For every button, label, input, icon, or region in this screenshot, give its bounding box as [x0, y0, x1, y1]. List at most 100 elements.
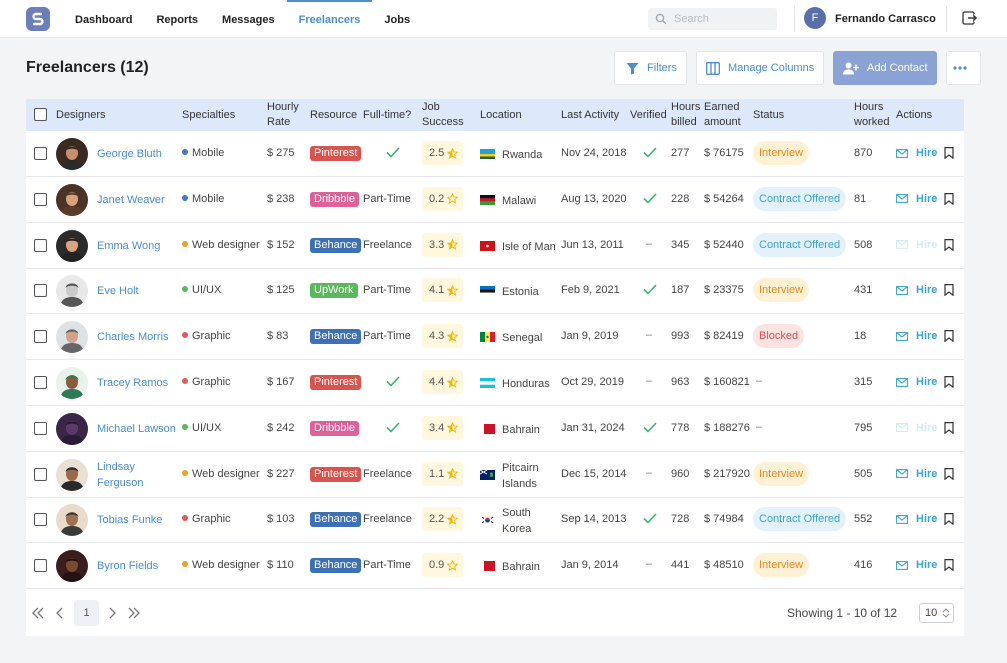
- nav-item-jobs[interactable]: Jobs: [372, 0, 422, 38]
- nav-item-reports[interactable]: Reports: [144, 0, 210, 38]
- more-options-button[interactable]: [946, 51, 981, 85]
- divider: [794, 6, 795, 32]
- search-box[interactable]: [648, 8, 777, 30]
- header-resource[interactable]: Resource: [310, 108, 357, 123]
- bookmark-icon[interactable]: [944, 376, 954, 388]
- hire-button[interactable]: Hire: [896, 559, 937, 571]
- bookmark-icon[interactable]: [944, 147, 954, 159]
- manage-columns-button[interactable]: Manage Columns: [696, 51, 824, 85]
- header-hours-worked-line1: Hours: [854, 101, 884, 113]
- row-checkbox[interactable]: [34, 513, 47, 527]
- row-checkbox[interactable]: [34, 559, 47, 573]
- first-page-icon[interactable]: [31, 606, 45, 620]
- location: Honduras: [502, 376, 550, 392]
- hire-button[interactable]: Hire: [896, 193, 937, 205]
- designer-name[interactable]: Janet Weaver: [97, 192, 165, 208]
- nav-item-messages[interactable]: Messages: [210, 0, 287, 38]
- hire-button[interactable]: Hire: [896, 376, 937, 388]
- hire-button[interactable]: Hire: [896, 513, 937, 525]
- bookmark-icon[interactable]: [944, 330, 954, 343]
- avatar[interactable]: [56, 550, 88, 583]
- designer-name[interactable]: Emma Wong: [97, 238, 160, 254]
- header-status[interactable]: Status: [753, 108, 784, 123]
- avatar[interactable]: [56, 321, 88, 354]
- check-icon: [386, 376, 400, 387]
- header-verified[interactable]: Verified: [630, 108, 667, 123]
- previous-page-icon[interactable]: [53, 606, 67, 620]
- row-checkbox[interactable]: [34, 238, 47, 252]
- bookmark-icon[interactable]: [944, 559, 954, 572]
- avatar[interactable]: [56, 229, 88, 262]
- hours-worked: 315: [854, 376, 873, 388]
- fulltime-check: [386, 147, 400, 161]
- header-earned-amount[interactable]: Earned amount: [704, 100, 741, 130]
- hire-button[interactable]: Hire: [896, 330, 937, 342]
- nav-item-freelancers[interactable]: Freelancers: [286, 0, 373, 38]
- designer-name[interactable]: George Bluth: [97, 146, 162, 162]
- nav-item-dashboard[interactable]: Dashboard: [63, 0, 144, 38]
- specialty-label: UI/UX: [192, 284, 222, 297]
- last-page-icon[interactable]: [127, 606, 141, 620]
- header-hours-billed[interactable]: Hours billed: [671, 100, 700, 130]
- designer-name[interactable]: Charles Morris: [97, 329, 169, 345]
- header-job-success-line1: Job: [422, 101, 440, 113]
- bookmark-icon[interactable]: [944, 238, 954, 251]
- select-all-checkbox[interactable]: [34, 108, 47, 121]
- designer-name-line1: Charles Morris: [97, 331, 169, 344]
- designer-name-line1: Michael Lawson: [97, 422, 176, 435]
- row-checkbox[interactable]: [34, 330, 47, 344]
- avatar[interactable]: [56, 367, 88, 399]
- row-checkbox[interactable]: [34, 147, 47, 160]
- row-checkbox[interactable]: [34, 376, 47, 389]
- avatar[interactable]: [56, 458, 88, 491]
- avatar[interactable]: [56, 275, 88, 308]
- designer-name[interactable]: Byron Fields: [97, 558, 158, 574]
- avatar[interactable]: [56, 138, 88, 170]
- row-checkbox[interactable]: [34, 284, 47, 298]
- spinner-arrows-icon[interactable]: [942, 607, 950, 619]
- header-specialties[interactable]: Specialties: [182, 108, 235, 123]
- logout-icon[interactable]: [961, 10, 977, 26]
- resource-badge: Behance: [310, 512, 362, 528]
- bookmark-icon[interactable]: [944, 467, 954, 480]
- designer-name[interactable]: Tracey Ramos: [97, 375, 168, 391]
- header-hourly-rate[interactable]: Hourly Rate: [267, 100, 299, 130]
- search-input[interactable]: [674, 8, 772, 30]
- row-checkbox[interactable]: [34, 192, 47, 206]
- bookmark-icon[interactable]: [944, 192, 954, 205]
- designer-name[interactable]: Tobias Funke: [97, 512, 162, 528]
- hire-button[interactable]: Hire: [896, 422, 937, 434]
- hire-button[interactable]: Hire: [896, 239, 937, 251]
- header-designers[interactable]: Designers: [56, 108, 106, 123]
- designer-name[interactable]: Eve Holt: [97, 283, 139, 299]
- specialty: Web designer: [182, 559, 260, 571]
- bookmark-icon[interactable]: [944, 284, 954, 297]
- bookmark-icon[interactable]: [944, 513, 954, 526]
- header-hours-worked[interactable]: Hours worked: [854, 100, 889, 130]
- hire-button[interactable]: Hire: [896, 284, 937, 296]
- avatar[interactable]: [56, 412, 88, 445]
- fulltime-value: Freelance: [363, 238, 412, 251]
- row-checkbox[interactable]: [34, 467, 47, 481]
- app-logo[interactable]: [26, 7, 50, 31]
- filters-button[interactable]: Filters: [614, 51, 687, 85]
- header-location[interactable]: Location: [480, 108, 522, 123]
- bookmark-icon[interactable]: [944, 421, 954, 434]
- header-job-success[interactable]: Job Success: [422, 100, 464, 130]
- header-last-activity[interactable]: Last Activity: [561, 108, 619, 123]
- next-page-icon[interactable]: [105, 606, 119, 620]
- user-name[interactable]: Fernando Carrasco: [835, 13, 936, 25]
- hire-button[interactable]: Hire: [896, 147, 937, 159]
- designer-name[interactable]: Michael Lawson: [97, 421, 176, 437]
- current-page[interactable]: 1: [74, 600, 99, 626]
- designer-name[interactable]: Lindsay Ferguson: [97, 459, 143, 491]
- header-fulltime[interactable]: Full-time?: [363, 108, 411, 123]
- hours-worked: 81: [854, 192, 867, 205]
- hire-button[interactable]: Hire: [896, 468, 937, 480]
- avatar[interactable]: [56, 183, 88, 216]
- page-size-select[interactable]: 10: [919, 603, 954, 623]
- add-contact-button[interactable]: Add Contact: [833, 51, 937, 85]
- user-avatar[interactable]: F: [804, 7, 826, 29]
- avatar[interactable]: [56, 504, 88, 537]
- row-checkbox[interactable]: [34, 421, 47, 435]
